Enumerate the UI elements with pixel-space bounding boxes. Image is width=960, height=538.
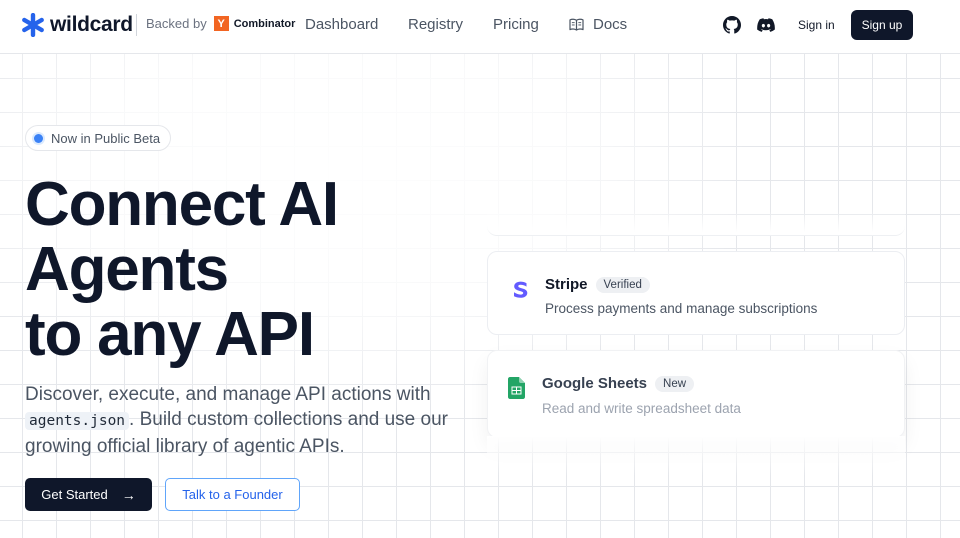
card-title: Google Sheets	[542, 375, 648, 392]
badge-label: Now in Public Beta	[51, 130, 161, 146]
headline-line-3: to any API	[25, 300, 315, 369]
new-badge: New	[655, 375, 695, 392]
api-card-google-sheets[interactable]: Google Sheets New Read and write spreads…	[487, 350, 905, 438]
asterisk-logo-icon	[22, 13, 44, 37]
talk-to-founder-button[interactable]: Talk to a Founder	[165, 478, 300, 511]
yc-logo-icon: Y	[213, 16, 229, 31]
nav-docs[interactable]: Docs	[569, 16, 627, 33]
google-sheets-icon	[508, 377, 525, 399]
github-icon[interactable]	[723, 16, 741, 34]
backed-by-label: Backed by	[146, 16, 207, 31]
headline-line-1: Connect AI	[25, 170, 339, 239]
nav-registry[interactable]: Registry	[408, 16, 463, 33]
stripe-title-row: Stripe Verified	[545, 276, 650, 293]
api-card-ghost	[487, 210, 905, 236]
public-beta-badge: Now in Public Beta	[25, 125, 172, 151]
cards-bottom-fade	[487, 436, 905, 476]
sheets-title-row: Google Sheets New	[542, 375, 695, 392]
arrow-right-icon: →	[121, 486, 136, 503]
nav-docs-label: Docs	[593, 16, 628, 33]
header-divider	[136, 14, 137, 36]
get-started-label: Get Started	[41, 487, 108, 502]
headline-line-2: Agents	[25, 235, 229, 304]
top-navigation: wildcard Backed by Y Combinator Dashboar…	[0, 0, 960, 54]
hero-description: Discover, execute, and manage API action…	[25, 382, 465, 459]
book-icon	[569, 18, 584, 31]
brand-name: wildcard	[50, 13, 133, 36]
hero-headline: Connect AI Agents to any API	[25, 172, 465, 367]
card-description: Read and write spreadsheet data	[542, 401, 741, 416]
agents-json-code: agents.json	[25, 412, 130, 430]
yc-name: Combinator	[233, 17, 296, 30]
verified-badge: Verified	[595, 276, 650, 293]
card-title: Stripe	[545, 276, 588, 293]
sign-up-button[interactable]: Sign up	[851, 10, 913, 40]
status-dot-icon	[34, 133, 43, 143]
stripe-icon	[514, 281, 528, 298]
backed-by-yc: Backed by Y Combinator	[146, 16, 295, 31]
sign-in-link[interactable]: Sign in	[798, 18, 835, 32]
nav-dashboard[interactable]: Dashboard	[305, 16, 378, 33]
get-started-button[interactable]: Get Started →	[25, 478, 152, 511]
card-description: Process payments and manage subscription…	[545, 301, 818, 316]
description-start: Discover, execute, and manage API action…	[25, 384, 431, 405]
wildcard-logo[interactable]: wildcard	[21, 13, 133, 37]
api-card-stripe[interactable]: Stripe Verified Process payments and man…	[487, 251, 905, 335]
discord-icon[interactable]	[757, 16, 775, 34]
nav-pricing[interactable]: Pricing	[493, 16, 539, 33]
